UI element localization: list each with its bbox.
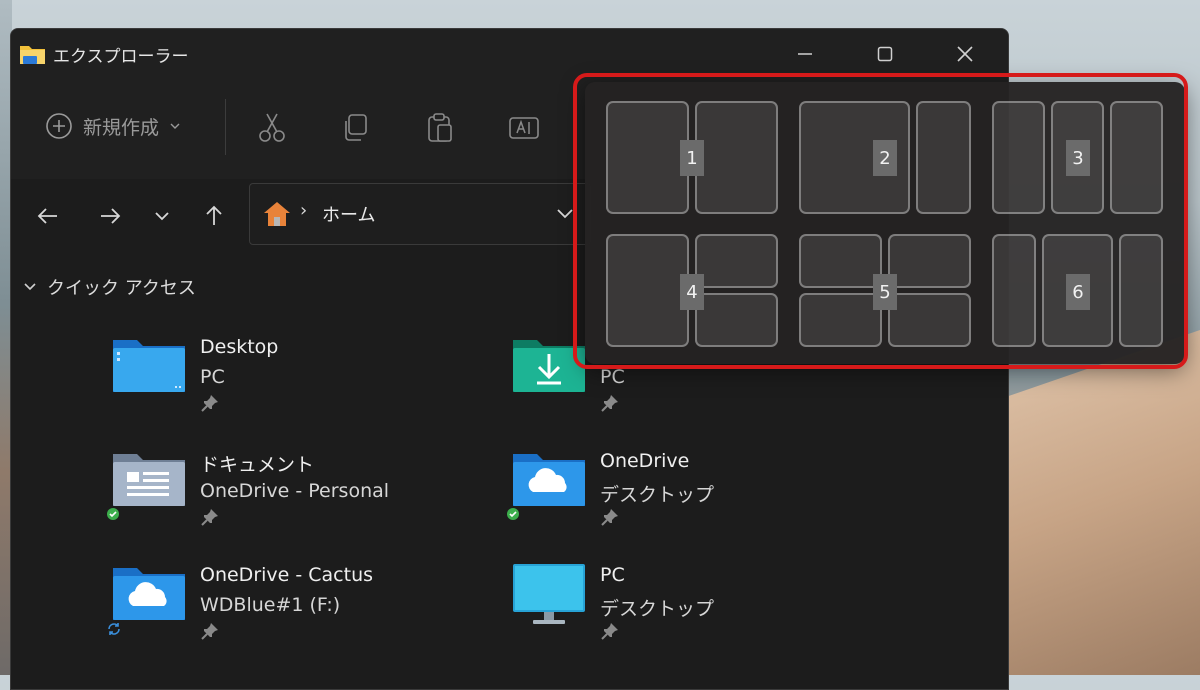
- back-button[interactable]: [33, 201, 63, 231]
- item-location: PC: [200, 366, 225, 388]
- close-icon: [957, 46, 973, 62]
- pin-icon: [601, 395, 618, 412]
- forward-button[interactable]: [95, 201, 125, 231]
- arrow-up-icon: [206, 205, 222, 225]
- recent-locations-button[interactable]: [147, 201, 177, 231]
- item-name: Desktop: [200, 336, 279, 358]
- chevron-down-icon: [170, 123, 180, 129]
- item-name: OneDrive: [600, 450, 690, 472]
- quick-access-header[interactable]: クイック アクセス: [23, 274, 196, 300]
- desktop-wallpaper-dune: [1000, 330, 1200, 675]
- breadcrumb-separator: ›: [300, 200, 308, 221]
- item-name: OneDrive - Cactus: [200, 564, 374, 586]
- minimize-button[interactable]: [783, 37, 827, 71]
- window-title: エクスプローラー: [53, 47, 189, 67]
- list-item[interactable]: OneDrive - Cactus WDBlue#1 (F:): [108, 562, 511, 672]
- quick-access-label: クイック アクセス: [47, 278, 196, 299]
- new-button[interactable]: 新規作成: [45, 112, 181, 140]
- arrow-left-icon: [37, 208, 57, 224]
- breadcrumb-home[interactable]: ホーム: [322, 201, 375, 227]
- onedrive-folder-icon: [513, 454, 585, 506]
- highlight-outline: [573, 73, 1188, 369]
- onedrive-folder-icon: [113, 568, 185, 620]
- close-button[interactable]: [943, 37, 987, 71]
- list-item[interactable]: OneDrive デスクトップ: [507, 448, 911, 558]
- pin-icon: [601, 623, 618, 640]
- copy-icon[interactable]: [338, 111, 372, 145]
- arrow-right-icon: [101, 208, 121, 224]
- toolbar-divider: [225, 99, 226, 155]
- chevron-down-icon: [24, 283, 36, 291]
- home-icon: [264, 202, 290, 226]
- pin-icon: [201, 395, 218, 412]
- chevron-down-icon[interactable]: [555, 204, 575, 224]
- pin-icon: [201, 509, 218, 526]
- sync-complete-icon: [107, 508, 119, 520]
- pc-monitor-icon: [513, 564, 585, 624]
- item-name: ドキュメント: [200, 454, 315, 476]
- chevron-down-icon: [155, 212, 169, 221]
- item-location: WDBlue#1 (F:): [200, 594, 341, 616]
- up-button[interactable]: [199, 201, 229, 231]
- title-bar[interactable]: エクスプローラー: [11, 29, 1008, 79]
- documents-folder-icon: [113, 454, 185, 506]
- item-location: デスクトップ: [600, 484, 715, 506]
- syncing-icon: [108, 623, 120, 635]
- item-location: PC: [600, 366, 625, 388]
- sync-complete-icon: [507, 508, 519, 520]
- pin-icon: [201, 623, 218, 640]
- list-item[interactable]: PC デスクトップ: [511, 562, 911, 672]
- new-button-label: 新規作成: [83, 116, 160, 139]
- item-location: OneDrive - Personal: [200, 480, 390, 502]
- list-item[interactable]: ドキュメント OneDrive - Personal: [107, 448, 511, 558]
- maximize-icon: [877, 46, 893, 62]
- cut-icon[interactable]: [255, 111, 289, 145]
- plus-circle-icon: [46, 113, 72, 139]
- rename-icon[interactable]: [507, 111, 541, 145]
- maximize-button[interactable]: [863, 37, 907, 71]
- minimize-icon: [798, 53, 812, 55]
- item-name: PC: [600, 564, 625, 586]
- list-item[interactable]: Desktop PC: [111, 334, 511, 444]
- pin-icon: [601, 509, 618, 526]
- paste-icon[interactable]: [423, 111, 457, 145]
- desktop-folder-icon: [113, 340, 185, 392]
- address-bar[interactable]: › ホーム: [249, 183, 591, 245]
- file-explorer-icon: [20, 46, 45, 64]
- item-location: デスクトップ: [600, 598, 715, 620]
